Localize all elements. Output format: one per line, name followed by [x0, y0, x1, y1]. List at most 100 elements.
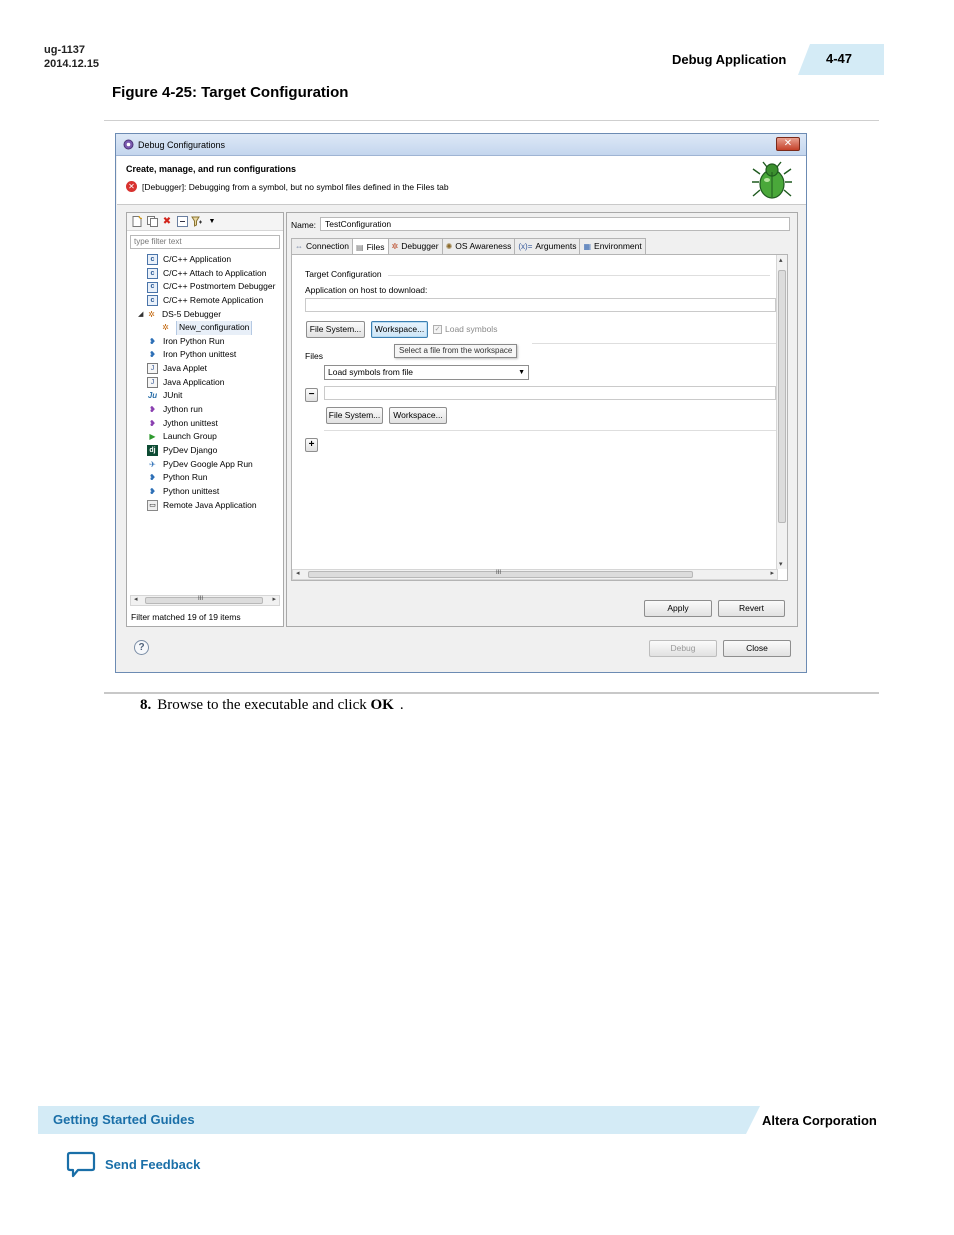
close-button[interactable]: Close — [723, 640, 791, 657]
configuration-tree: c C/C++ Application c C/C++ Attach to Ap… — [127, 253, 283, 512]
filter-icon[interactable] — [191, 216, 203, 228]
remove-file-button[interactable]: − — [305, 388, 318, 402]
tab-files[interactable]: ▤ Files — [352, 238, 389, 255]
dialog-banner: Create, manage, and run configurations ✕… — [117, 156, 806, 205]
load-symbols-label: Load symbols — [445, 324, 498, 334]
tree-item-label: Remote Java Application — [163, 499, 257, 510]
doc-date: 2014.12.15 — [44, 58, 100, 70]
send-feedback-label: Send Feedback — [105, 1156, 201, 1172]
tab-label: Arguments — [535, 241, 577, 251]
section-title: Debug Application — [672, 52, 787, 67]
apply-button[interactable]: Apply — [644, 600, 712, 617]
footer-guide-link[interactable]: Getting Started Guides — [53, 1112, 195, 1127]
scroll-right-icon[interactable]: ▸ — [770, 569, 774, 577]
tree-toolbar: ✖ ▼ — [127, 213, 283, 231]
tree-item[interactable]: ❥ Iron Python Run — [127, 335, 283, 349]
delete-icon[interactable]: ✖ — [161, 216, 173, 228]
launch-icon: ▶ — [149, 432, 156, 442]
name-label: Name: — [291, 220, 317, 230]
tree-item[interactable]: c C/C++ Remote Application — [127, 294, 283, 308]
separator — [324, 430, 776, 431]
files-workspace-button[interactable]: Workspace... — [389, 407, 447, 424]
content-vertical-scrollbar[interactable]: ▴ ▾ — [776, 255, 787, 569]
tab-environment[interactable]: ▦ Environment — [579, 238, 646, 254]
files-file-system-button[interactable]: File System... — [326, 407, 383, 424]
tree-item[interactable]: c C/C++ Postmortem Debugger — [127, 280, 283, 294]
remote-icon: ▭ — [147, 499, 158, 511]
tree-item[interactable]: dj PyDev Django — [127, 444, 283, 458]
filter-input[interactable]: type filter text — [130, 235, 280, 249]
app-on-host-input[interactable] — [305, 298, 776, 312]
scrollbar-grip: III — [496, 570, 502, 576]
name-input[interactable]: TestConfiguration — [320, 217, 790, 231]
scrollbar-thumb[interactable] — [778, 270, 786, 523]
jython-icon: ❥ — [149, 405, 156, 415]
workspace-button[interactable]: Workspace... — [371, 321, 428, 338]
tree-item[interactable]: ❥ Iron Python unittest — [127, 348, 283, 362]
scroll-down-icon[interactable]: ▾ — [779, 560, 783, 568]
tree-item[interactable]: ❥ Python unittest — [127, 485, 283, 499]
send-feedback-link[interactable]: Send Feedback — [66, 1150, 200, 1178]
tree-item-label: C/C++ Attach to Application — [163, 267, 267, 278]
tree-item[interactable]: ▭ Remote Java Application — [127, 499, 283, 513]
scroll-right-icon[interactable]: ▸ — [272, 595, 276, 603]
tree-item[interactable]: J Java Applet — [127, 362, 283, 376]
tree-item[interactable]: J Java Application — [127, 376, 283, 390]
tab-label: OS Awareness — [455, 241, 512, 251]
tab-connection[interactable]: ⇔ Connection — [291, 238, 354, 254]
tree-item-label: PyDev Google App Run — [163, 458, 253, 469]
tree-horizontal-scrollbar[interactable]: ◂ III ▸ — [130, 595, 280, 606]
tree-item-label: Jython unittest — [163, 417, 218, 428]
tree-item-label: JUnit — [163, 390, 183, 401]
tree-item-label: Jython run — [163, 404, 203, 415]
chevron-down-icon: ▼ — [518, 369, 525, 376]
help-icon[interactable]: ? — [134, 640, 149, 655]
tab-arguments[interactable]: (x)= Arguments — [514, 238, 581, 254]
scroll-up-icon[interactable]: ▴ — [779, 256, 783, 264]
junit-icon: Ju — [147, 391, 158, 401]
load-symbols-checkbox[interactable]: ✓ Load symbols — [433, 324, 497, 334]
error-icon: ✕ — [126, 181, 137, 192]
files-tab-content: Target Configuration Application on host… — [291, 254, 788, 581]
tab-label: Files — [366, 241, 385, 252]
tree-item[interactable]: c C/C++ Application — [127, 253, 283, 267]
file-system-button[interactable]: File System... — [306, 321, 365, 338]
tree-item[interactable]: ❥ Jython run — [127, 403, 283, 417]
expand-triangle-icon[interactable]: ◢ — [138, 308, 146, 322]
files-load-select[interactable]: Load symbols from file ▼ — [324, 365, 529, 380]
tree-item[interactable]: ✈ PyDev Google App Run — [127, 458, 283, 472]
filter-menu-chevron-icon[interactable]: ▼ — [206, 216, 218, 228]
scrollbar-thumb[interactable] — [145, 597, 263, 604]
tab-os-awareness[interactable]: ✺ OS Awareness — [441, 238, 516, 254]
debug-app-icon — [123, 139, 134, 152]
tree-item[interactable]: c C/C++ Attach to Application — [127, 267, 283, 281]
scrollbar-grip: III — [198, 596, 204, 602]
tree-item[interactable]: Ju JUnit — [127, 389, 283, 403]
scroll-left-icon[interactable]: ◂ — [296, 569, 300, 577]
window-close-button[interactable]: ✕ — [776, 137, 800, 151]
target-configuration-label: Target Configuration — [305, 269, 382, 279]
new-config-icon[interactable] — [131, 216, 143, 228]
debug-button[interactable]: Debug — [649, 640, 717, 657]
tree-item-selected[interactable]: ✲ New_configuration — [127, 321, 283, 335]
step-number: 8. — [140, 697, 152, 713]
gear-icon: ✲ — [162, 323, 169, 333]
content-horizontal-scrollbar[interactable]: ◂ III ▸ — [292, 569, 778, 580]
tree-item[interactable]: ◢ ✲ DS-5 Debugger — [127, 308, 283, 322]
collapse-all-icon[interactable] — [176, 216, 188, 228]
jython-icon: ❥ — [149, 418, 156, 428]
python-icon: ❥ — [149, 486, 156, 496]
tree-item[interactable]: ❥ Python Run — [127, 471, 283, 485]
tree-item[interactable]: ❥ Jython unittest — [127, 417, 283, 431]
c-icon: c — [147, 254, 158, 266]
add-file-button[interactable]: + — [305, 438, 318, 452]
tab-debugger[interactable]: ✲ Debugger — [387, 238, 443, 254]
step-8: 8. Browse to the executable and click OK. — [140, 697, 404, 714]
scroll-left-icon[interactable]: ◂ — [134, 595, 138, 603]
tree-item[interactable]: ▶ Launch Group — [127, 430, 283, 444]
configuration-tree-pane: ✖ ▼ type filter text c C/C++ Application… — [126, 212, 284, 627]
revert-button[interactable]: Revert — [718, 600, 785, 617]
duplicate-icon[interactable] — [146, 216, 158, 228]
app-on-host-label: Application on host to download: — [305, 285, 428, 295]
symbol-file-input[interactable] — [324, 386, 776, 400]
